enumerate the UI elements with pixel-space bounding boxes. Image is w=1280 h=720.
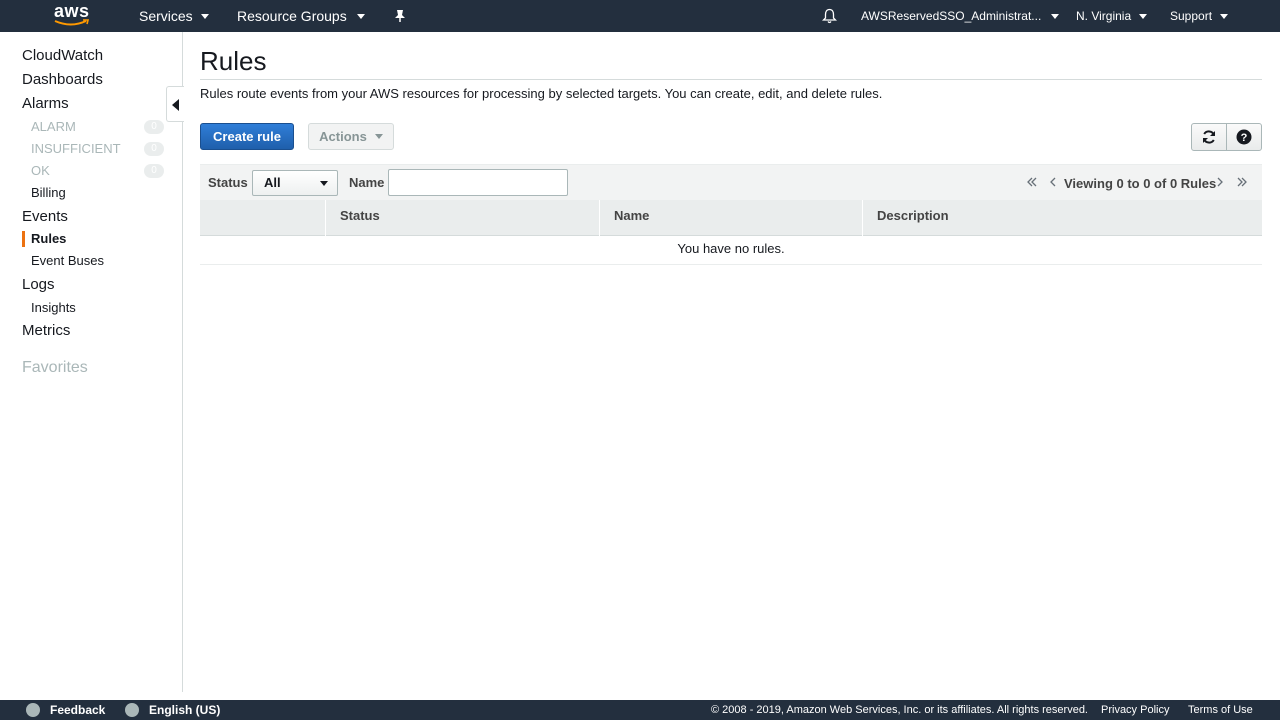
active-item-marker — [22, 231, 25, 247]
status-select-value: All — [264, 175, 281, 190]
prev-page-icon[interactable] — [1048, 176, 1058, 191]
first-page-icon[interactable] — [1026, 176, 1038, 191]
name-filter-input[interactable] — [388, 169, 568, 196]
next-page-icon[interactable] — [1215, 176, 1225, 191]
filter-bar: Status All Name Viewing 0 to 0 of 0 Rule… — [200, 164, 1262, 200]
services-menu[interactable]: Services — [139, 0, 209, 32]
sidebar-item-alarms[interactable]: Alarms — [22, 95, 69, 112]
copyright-text: © 2008 - 2019, Amazon Web Services, Inc.… — [711, 704, 1088, 716]
language-selector[interactable]: English (US) — [125, 703, 220, 717]
sidebar-collapse-button[interactable] — [166, 86, 184, 122]
sidebar-item-ok[interactable]: OK — [31, 163, 50, 178]
chevron-down-icon — [320, 181, 328, 186]
chevron-down-icon — [1139, 13, 1148, 19]
table-header: Status Name Description — [200, 200, 1262, 236]
bell-icon[interactable] — [822, 0, 837, 32]
sidebar-item-rules[interactable]: Rules — [31, 231, 66, 246]
account-label: AWSReservedSSO_Administrat... — [861, 9, 1042, 23]
sidebar: CloudWatch Dashboards Alarms ALARM 0 INS… — [0, 32, 183, 692]
name-filter-label: Name — [349, 175, 385, 190]
speech-bubble-icon — [26, 703, 40, 717]
top-nav: aws Services Resource Groups AWSReserved… — [0, 0, 1280, 32]
sidebar-item-events[interactable]: Events — [22, 208, 68, 225]
sidebar-item-event-buses[interactable]: Event Buses — [31, 253, 104, 268]
empty-table-message: You have no rules. — [200, 236, 1262, 265]
refresh-icon — [1203, 130, 1215, 144]
pagination-status: Viewing 0 to 0 of 0 Rules — [1064, 176, 1217, 191]
actions-label: Actions — [319, 129, 367, 144]
services-label: Services — [139, 8, 193, 24]
sidebar-item-billing[interactable]: Billing — [31, 185, 66, 200]
status-filter-label: Status — [208, 175, 248, 190]
terms-of-use-link[interactable]: Terms of Use — [1188, 704, 1253, 716]
sidebar-favorites-heading: Favorites — [22, 359, 88, 376]
sidebar-item-logs[interactable]: Logs — [22, 276, 55, 293]
help-icon: ? — [1236, 129, 1252, 145]
column-name[interactable]: Name — [599, 200, 862, 236]
column-status[interactable]: Status — [325, 200, 599, 236]
aws-logo-text: aws — [54, 1, 90, 21]
chevron-down-icon — [1051, 13, 1060, 19]
feedback-label: Feedback — [50, 703, 106, 717]
resource-groups-menu[interactable]: Resource Groups — [237, 0, 365, 32]
alarm-count-badge: 0 — [144, 120, 164, 134]
sidebar-item-insights[interactable]: Insights — [31, 300, 76, 315]
sidebar-item-insufficient[interactable]: INSUFFICIENT — [31, 141, 121, 156]
status-select[interactable]: All — [252, 170, 338, 196]
page-description: Rules route events from your AWS resourc… — [200, 86, 883, 101]
support-label: Support — [1170, 9, 1213, 23]
aws-smile-icon — [54, 19, 90, 26]
column-select — [200, 200, 325, 236]
actions-button[interactable]: Actions — [308, 123, 394, 150]
region-menu[interactable]: N. Virginia — [1076, 0, 1148, 32]
svg-text:?: ? — [1241, 132, 1248, 144]
sidebar-item-alarm[interactable]: ALARM — [31, 119, 76, 134]
language-label: English (US) — [149, 703, 221, 717]
refresh-button[interactable] — [1191, 123, 1227, 151]
chevron-down-icon — [1220, 13, 1229, 19]
chevron-down-icon — [356, 13, 365, 19]
collapse-left-icon — [172, 99, 179, 111]
privacy-policy-link[interactable]: Privacy Policy — [1101, 704, 1169, 716]
chevron-down-icon — [374, 134, 383, 139]
globe-icon — [125, 703, 139, 717]
create-rule-button[interactable]: Create rule — [200, 123, 294, 150]
last-page-icon[interactable] — [1236, 176, 1248, 191]
column-description[interactable]: Description — [862, 200, 1262, 236]
account-menu[interactable]: AWSReservedSSO_Administrat... — [861, 0, 1060, 32]
ok-count-badge: 0 — [144, 164, 164, 178]
insufficient-count-badge: 0 — [144, 142, 164, 156]
page-title: Rules — [200, 46, 267, 76]
resource-groups-label: Resource Groups — [237, 8, 347, 24]
sidebar-item-metrics[interactable]: Metrics — [22, 322, 70, 339]
pin-icon[interactable] — [394, 0, 406, 32]
help-button[interactable]: ? — [1226, 123, 1262, 151]
aws-logo[interactable]: aws — [54, 2, 94, 28]
title-divider — [200, 79, 1262, 80]
chevron-down-icon — [200, 13, 209, 19]
footer: Feedback English (US) © 2008 - 2019, Ama… — [0, 700, 1280, 720]
sidebar-item-dashboards[interactable]: Dashboards — [22, 71, 103, 88]
feedback-link[interactable]: Feedback — [26, 703, 105, 717]
support-menu[interactable]: Support — [1170, 0, 1229, 32]
region-label: N. Virginia — [1076, 9, 1132, 23]
sidebar-item-cloudwatch[interactable]: CloudWatch — [22, 47, 103, 64]
